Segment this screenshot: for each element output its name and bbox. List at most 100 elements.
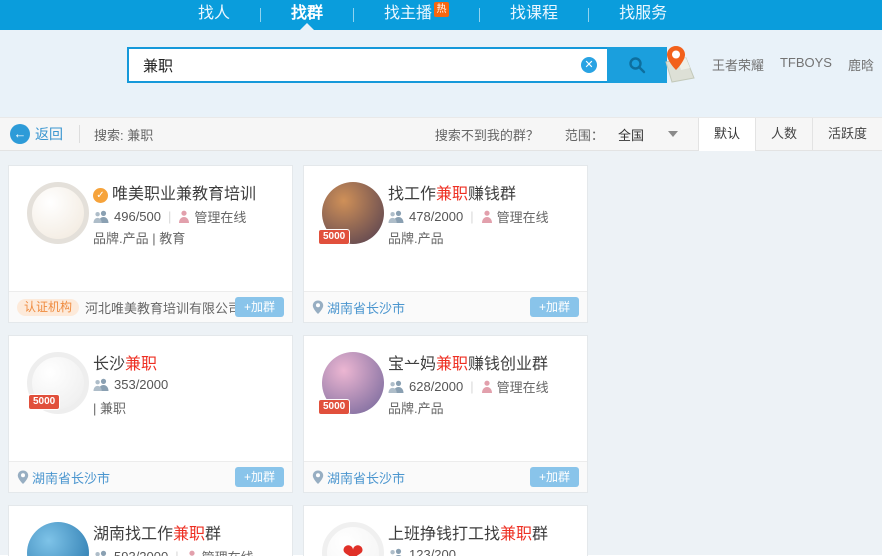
search-icon bbox=[627, 55, 647, 75]
verified-icon: ✓ bbox=[93, 188, 108, 203]
capacity-badge: 5000 bbox=[318, 399, 350, 415]
group-avatar[interactable]: 5000 bbox=[27, 522, 89, 556]
member-row: 593/2000 | 管理在线 bbox=[93, 547, 254, 556]
title-text: 赚钱群 bbox=[468, 186, 516, 203]
scope-value: 全国 bbox=[618, 125, 644, 144]
admin-icon bbox=[481, 210, 493, 223]
map-pin-icon bbox=[17, 470, 29, 485]
group-card: 5000 ✓湖南找工作兼职群 593/2000 | 管理在线 品牌.产品 | 湖… bbox=[8, 505, 293, 556]
hot-word-link[interactable]: TFBOYS bbox=[780, 55, 832, 74]
join-group-button[interactable]: +加群 bbox=[235, 297, 284, 317]
hot-word-link[interactable]: 王者荣耀 bbox=[712, 55, 764, 74]
members-icon bbox=[93, 210, 109, 223]
join-group-button[interactable]: +加群 bbox=[530, 297, 579, 317]
group-title[interactable]: ✓上班挣钱打工找兼职群 bbox=[388, 520, 580, 544]
admin-online: 管理在线 bbox=[186, 547, 254, 556]
sort-tab-members[interactable]: 人数 bbox=[755, 118, 812, 150]
group-title[interactable]: ✓找工作兼职赚钱群 bbox=[388, 180, 580, 204]
member-count: 496/500 bbox=[114, 209, 161, 224]
location-label: 湖南省长沙市 bbox=[327, 298, 405, 317]
cert-badge: 认证机构 bbox=[17, 299, 79, 316]
back-button[interactable]: ← 返回 bbox=[10, 124, 63, 144]
member-divider: | bbox=[470, 379, 473, 394]
hot-search-words: 王者荣耀 TFBOYS 鹿晗 bbox=[712, 55, 874, 74]
group-tags: | 兼职 bbox=[93, 398, 285, 417]
group-card: 5000 ✓宝䒑妈兼职赚钱创业群 628/2000 | 管理在线 品牌.产品 bbox=[303, 335, 588, 493]
nav-item-label: 找课程 bbox=[510, 5, 558, 22]
join-group-button[interactable]: +加群 bbox=[235, 467, 284, 487]
group-title[interactable]: ✓唯美职业兼教育培训 bbox=[93, 180, 285, 204]
nav-item-label: 找人 bbox=[198, 5, 230, 22]
group-avatar[interactable]: 5000 bbox=[27, 352, 89, 414]
map-pin-icon bbox=[312, 470, 324, 485]
group-avatar[interactable]: 5000 bbox=[322, 352, 384, 414]
member-divider: | bbox=[168, 209, 171, 224]
member-count: 628/2000 bbox=[409, 379, 463, 394]
member-count: 478/2000 bbox=[409, 209, 463, 224]
location-label: 湖南省长沙市 bbox=[327, 468, 405, 487]
members-icon bbox=[93, 378, 109, 391]
admin-online-label: 管理在线 bbox=[202, 547, 254, 556]
divider bbox=[79, 125, 80, 143]
location[interactable]: 湖南省长沙市 bbox=[312, 298, 530, 317]
capacity-badge: 5000 bbox=[318, 229, 350, 245]
nav-item-find-group[interactable]: 找群 bbox=[261, 0, 353, 30]
search-button[interactable] bbox=[607, 47, 667, 83]
title-highlight: 兼职 bbox=[125, 356, 157, 373]
back-arrow-icon: ← bbox=[10, 124, 30, 144]
title-highlight: 兼职 bbox=[436, 186, 468, 203]
location-label: 湖南省长沙市 bbox=[32, 468, 110, 487]
card-footer: 认证机构 河北唯美教育培训有限公司 +加群 bbox=[9, 291, 292, 322]
scope-dropdown[interactable]: 全国 bbox=[618, 125, 678, 144]
group-card: 5000 ✓长沙兼职 353/2000 | | 兼职 bbox=[8, 335, 293, 493]
admin-icon bbox=[186, 550, 198, 556]
hot-word-link[interactable]: 鹿晗 bbox=[848, 55, 874, 74]
group-avatar[interactable]: 5000 bbox=[322, 182, 384, 244]
map-pin-icon bbox=[312, 300, 324, 315]
member-count: 593/2000 bbox=[114, 549, 168, 556]
nav-item-find-course[interactable]: 找课程 bbox=[480, 0, 588, 30]
group-tags: 品牌.产品 bbox=[388, 398, 580, 417]
title-text: 群 bbox=[532, 526, 548, 543]
search-input[interactable] bbox=[127, 47, 607, 83]
join-group-button[interactable]: +加群 bbox=[530, 467, 579, 487]
nav-item-label: 找主播 bbox=[384, 5, 432, 22]
capacity-badge: 5000 bbox=[28, 394, 60, 410]
location[interactable]: 湖南省长沙市 bbox=[17, 468, 235, 487]
title-text: 赚钱创业群 bbox=[468, 356, 548, 373]
group-title[interactable]: ✓湖南找工作兼职群 bbox=[93, 520, 285, 544]
group-avatar[interactable]: ❤ bbox=[322, 522, 384, 556]
group-title[interactable]: ✓长沙兼职 bbox=[93, 350, 285, 374]
group-grid: ✓唯美职业兼教育培训 496/500 | 管理在线 品牌.产品 | 教育 认证机… bbox=[8, 165, 882, 556]
nav-item-find-service[interactable]: 找服务 bbox=[589, 0, 697, 30]
back-label: 返回 bbox=[35, 124, 63, 144]
hot-badge-icon: 热 bbox=[434, 2, 449, 17]
sort-tab-activity[interactable]: 活跃度 bbox=[812, 118, 882, 150]
admin-online-label: 管理在线 bbox=[194, 207, 246, 226]
nav-item-find-streamer[interactable]: 找主播热 bbox=[354, 0, 479, 30]
scope-label: 范围： bbox=[565, 125, 604, 144]
members-icon bbox=[388, 380, 404, 393]
sort-tab-default[interactable]: 默认 bbox=[698, 118, 755, 151]
caret-down-icon bbox=[668, 131, 678, 137]
title-text: 找工作 bbox=[388, 186, 436, 203]
member-row: 123/200 | bbox=[388, 547, 456, 556]
map-search-icon[interactable] bbox=[662, 44, 698, 84]
nav-item-label: 找服务 bbox=[619, 5, 667, 22]
cant-find-group-link[interactable]: 搜索不到我的群？ bbox=[435, 125, 539, 144]
member-divider: | bbox=[470, 209, 473, 224]
title-text: 上班挣钱打工找 bbox=[388, 526, 500, 543]
group-title[interactable]: ✓宝䒑妈兼职赚钱创业群 bbox=[388, 350, 580, 374]
group-card: ❤ ✓上班挣钱打工找兼职群 123/200 | 品牌.产品 | 1 bbox=[303, 505, 588, 556]
member-count: 123/200 bbox=[409, 547, 456, 556]
members-icon bbox=[388, 548, 404, 556]
members-icon bbox=[93, 550, 109, 556]
member-divider: | bbox=[175, 549, 178, 556]
location[interactable]: 湖南省长沙市 bbox=[312, 468, 530, 487]
card-footer: 湖南省长沙市 +加群 bbox=[304, 461, 587, 492]
nav-item-find-people[interactable]: 找人 bbox=[168, 0, 260, 30]
group-avatar[interactable] bbox=[27, 182, 89, 244]
clear-search-icon[interactable]: ✕ bbox=[581, 57, 597, 73]
group-tags: 品牌.产品 | 教育 bbox=[93, 228, 285, 247]
members-icon bbox=[388, 210, 404, 223]
